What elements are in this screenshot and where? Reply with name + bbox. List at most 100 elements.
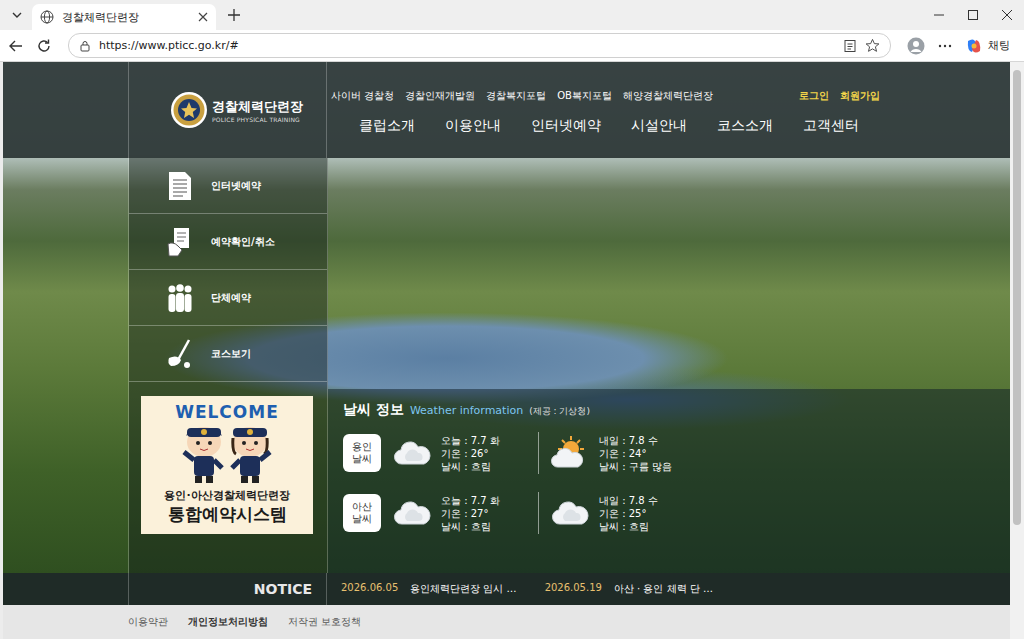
quick-menu-label: 단체예약 bbox=[211, 291, 251, 305]
profile-icon[interactable] bbox=[907, 37, 925, 55]
banner-title: 통합예약시스템 bbox=[168, 503, 287, 526]
more-icon[interactable] bbox=[937, 38, 953, 54]
top-links: 사이버 경찰청 경찰인재개발원 경찰복지포털 OB복지포털 해양경찰체력단련장 로그인 회원… bbox=[331, 89, 1010, 103]
account-link[interactable]: 회원가입 bbox=[840, 89, 880, 103]
weather-panel: 날씨 정보Weather information(제공 : 기상청)용인날씨오늘… bbox=[328, 389, 1010, 573]
site-logo[interactable]: 경찰체력단련장POLICE PHYSICAL TRAINING bbox=[129, 62, 327, 158]
forecast-line: 날씨 : 흐림 bbox=[441, 520, 500, 533]
lock-icon[interactable] bbox=[79, 40, 91, 52]
group-icon bbox=[165, 282, 195, 314]
banner-subtitle: 용인·아산경찰체력단련장 bbox=[164, 488, 289, 503]
location-badge: 아산날씨 bbox=[343, 494, 381, 532]
forecast-line: 오늘 : 7.7 화 bbox=[441, 434, 500, 447]
chat-button[interactable]: 채팅 bbox=[965, 37, 1016, 55]
forecast-line: 날씨 : 구름 많음 bbox=[599, 460, 672, 473]
forecast-line: 오늘 : 7.7 화 bbox=[441, 494, 500, 507]
site-header: 경찰체력단련장POLICE PHYSICAL TRAINING사이버 경찰청경찰… bbox=[3, 62, 1010, 158]
tab-bar: 경찰체력단련장 bbox=[0, 0, 1024, 30]
favorite-star-icon[interactable] bbox=[865, 38, 880, 53]
logo-title: 경찰체력단련장 bbox=[212, 98, 303, 116]
tab-list-button[interactable] bbox=[6, 4, 28, 26]
quick-menu-label: 인터넷예약 bbox=[211, 179, 261, 193]
footer-link[interactable]: 개인정보처리방침 bbox=[188, 615, 268, 629]
back-icon[interactable] bbox=[8, 38, 24, 54]
page-viewport: 경찰체력단련장POLICE PHYSICAL TRAINING사이버 경찰청경찰… bbox=[0, 62, 1024, 639]
welcome-banner[interactable]: WELCOME 용인·아산경찰체력단련장통합예약시스템 bbox=[141, 396, 313, 534]
top-link[interactable]: 경찰복지포털 bbox=[486, 89, 546, 103]
forecast-line: 날씨 : 흐림 bbox=[599, 520, 658, 533]
account-link[interactable]: 로그인 bbox=[799, 89, 829, 103]
scrollbar[interactable] bbox=[1010, 62, 1024, 639]
weather-location: 아산날씨오늘 : 7.7 화기온 : 27°날씨 : 흐림내일 : 7.8 수기… bbox=[343, 487, 1010, 539]
browser-tab[interactable]: 경찰체력단련장 bbox=[32, 4, 216, 30]
hand-document-icon bbox=[165, 226, 195, 258]
close-window-icon[interactable] bbox=[990, 8, 1024, 22]
scrollbar-thumb[interactable] bbox=[1013, 70, 1021, 525]
footer-link[interactable]: 이용약관 bbox=[128, 615, 168, 629]
window-controls bbox=[922, 8, 1024, 22]
logo-subtitle: POLICE PHYSICAL TRAINING bbox=[212, 116, 303, 123]
forecast-line: 기온 : 26° bbox=[441, 447, 500, 460]
forecast-line: 기온 : 24° bbox=[599, 447, 672, 460]
main-nav: 클럽소개 이용안내 인터넷예약 시설안내 코스소개 고객센터 bbox=[331, 103, 1010, 135]
notice-label: NOTICE bbox=[129, 573, 327, 605]
forecast-line: 날씨 : 흐림 bbox=[441, 460, 500, 473]
nav-item[interactable]: 이용안내 bbox=[445, 117, 501, 135]
police-mascots-icon bbox=[172, 422, 282, 484]
browser-window: 경찰체력단련장https://www.pticc.go.kr/#채팅경찰체력단련… bbox=[0, 0, 1024, 639]
chevron-down-icon bbox=[11, 9, 23, 21]
globe-icon bbox=[40, 10, 54, 24]
forecast-line: 기온 : 25° bbox=[599, 507, 658, 520]
address-toolbar: https://www.pticc.go.kr/# 채팅 bbox=[0, 30, 1024, 62]
nav-item[interactable]: 코스소개 bbox=[717, 117, 773, 135]
top-link[interactable]: 경찰인재개발원 bbox=[405, 89, 475, 103]
forecast: 오늘 : 7.7 화기온 : 27°날씨 : 흐림 bbox=[393, 494, 548, 533]
copilot-icon bbox=[965, 37, 983, 55]
minimize-icon[interactable] bbox=[922, 8, 956, 22]
address-field[interactable]: https://www.pticc.go.kr/# bbox=[68, 33, 891, 58]
site-footer: 이용약관 개인정보처리방침 저작권 보호정책 bbox=[3, 605, 1010, 639]
top-link[interactable]: 사이버 경찰청 bbox=[331, 89, 394, 103]
new-tab-icon[interactable] bbox=[227, 8, 241, 22]
top-link[interactable]: OB복지포털 bbox=[557, 89, 612, 103]
weather-title: 날씨 정보 bbox=[343, 401, 404, 419]
police-emblem-icon bbox=[170, 91, 208, 129]
quick-menu-item[interactable]: 단체예약 bbox=[129, 270, 327, 326]
notice-bar: NOTICE 2026.06.05용인체력단련장 임시 … 2026.05.19아산… bbox=[3, 573, 1010, 605]
nav-item[interactable]: 고객센터 bbox=[803, 117, 859, 135]
quick-menu-item[interactable]: 인터넷예약 bbox=[129, 158, 327, 214]
weather-subtitle: Weather information bbox=[410, 404, 523, 417]
weather-location: 용인날씨오늘 : 7.7 화기온 : 26°날씨 : 흐림내일 : 7.8 수기… bbox=[343, 427, 1010, 479]
cloud-icon bbox=[393, 498, 431, 528]
forecast-line: 내일 : 7.8 수 bbox=[599, 434, 672, 447]
nav-item[interactable]: 시설안내 bbox=[631, 117, 687, 135]
close-tab-icon[interactable] bbox=[198, 12, 208, 22]
chat-label: 채팅 bbox=[988, 38, 1010, 53]
cloud-icon bbox=[551, 498, 589, 528]
quick-menu-item[interactable]: 예약확인/취소 bbox=[129, 214, 327, 270]
document-icon bbox=[165, 170, 195, 202]
top-link[interactable]: 해양경찰체력단련장 bbox=[623, 89, 713, 103]
tab-title: 경찰체력단련장 bbox=[62, 10, 190, 25]
quick-menu: 인터넷예약예약확인/취소단체예약코스보기 WELCOME 용인·아산경찰체력단련장통… bbox=[129, 158, 328, 573]
notice-item[interactable]: 2026.06.05용인체력단련장 임시 … bbox=[341, 582, 517, 596]
forecast: 내일 : 7.8 수기온 : 24°날씨 : 구름 많음 bbox=[551, 434, 706, 473]
forecast: 내일 : 7.8 수기온 : 25°날씨 : 흐림 bbox=[551, 494, 706, 533]
golf-club-icon bbox=[165, 338, 195, 370]
notice-item[interactable]: 2026.05.19아산 · 용인 체력 단 … bbox=[545, 582, 713, 596]
reading-mode-icon[interactable] bbox=[843, 39, 857, 53]
footer-link[interactable]: 저작권 보호정책 bbox=[288, 615, 361, 629]
welcome-text: WELCOME bbox=[175, 402, 279, 422]
website: 경찰체력단련장POLICE PHYSICAL TRAINING사이버 경찰청경찰… bbox=[3, 62, 1010, 639]
reload-icon[interactable] bbox=[36, 38, 52, 54]
maximize-icon[interactable] bbox=[956, 8, 990, 22]
hero-photo: 경찰체력단련장POLICE PHYSICAL TRAINING사이버 경찰청경찰… bbox=[3, 62, 1010, 573]
forecast-line: 기온 : 27° bbox=[441, 507, 500, 520]
weather-source: (제공 : 기상청) bbox=[529, 405, 590, 418]
nav-item[interactable]: 클럽소개 bbox=[359, 117, 415, 135]
quick-menu-label: 예약확인/취소 bbox=[211, 235, 275, 249]
quick-menu-item[interactable]: 코스보기 bbox=[129, 326, 327, 382]
forecast: 오늘 : 7.7 화기온 : 26°날씨 : 흐림 bbox=[393, 434, 548, 473]
forecast-line: 내일 : 7.8 수 bbox=[599, 494, 658, 507]
nav-item[interactable]: 인터넷예약 bbox=[531, 117, 601, 135]
